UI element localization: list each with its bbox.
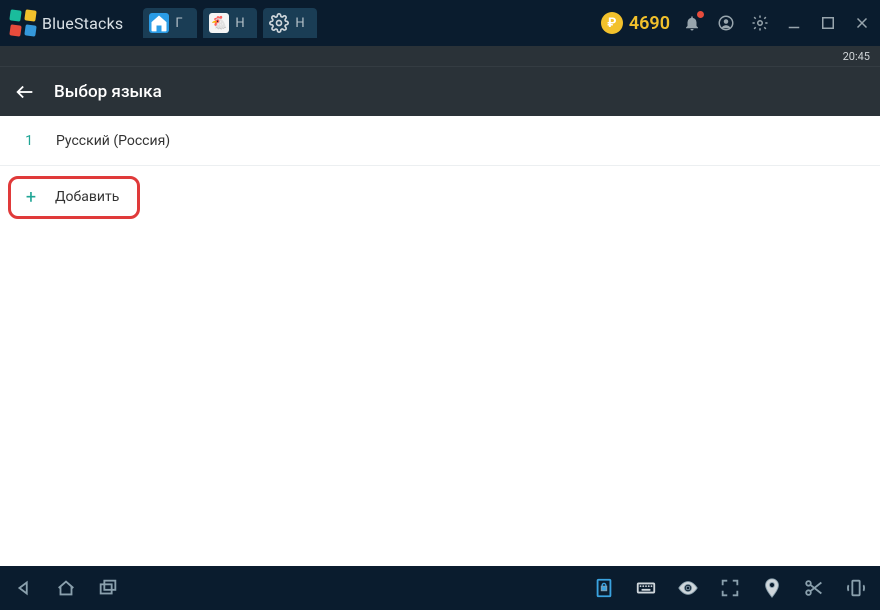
tab-settings[interactable]: Н [263, 8, 317, 38]
coin-icon: ₽ [601, 12, 623, 34]
language-list: 1 Русский (Россия) + Добавить [0, 116, 880, 222]
brand-label: BlueStacks [42, 14, 123, 33]
add-language-button[interactable]: + Добавить [8, 176, 140, 219]
tab-app[interactable]: 🐔 Н [203, 8, 257, 38]
scissors-icon[interactable] [800, 574, 828, 602]
minimize-button[interactable] [784, 13, 804, 33]
add-language-row: + Добавить [0, 166, 880, 222]
keyboard-icon[interactable] [632, 574, 660, 602]
coin-counter[interactable]: ₽ 4690 [601, 12, 670, 34]
user-icon[interactable] [716, 13, 736, 33]
bluestacks-logo-icon [10, 10, 36, 36]
home-nav-icon[interactable] [52, 574, 80, 602]
bottom-nav [0, 566, 880, 610]
tabs: Г 🐔 Н Н [143, 8, 323, 38]
home-icon [149, 13, 169, 33]
clock: 20:45 [843, 50, 870, 63]
coin-value: 4690 [629, 13, 670, 34]
maximize-button[interactable] [818, 13, 838, 33]
tab-label: Н [295, 16, 304, 31]
page-title: Выбор языка [54, 82, 162, 102]
add-label: Добавить [55, 189, 119, 205]
tab-label: Г [175, 16, 182, 31]
tab-home[interactable]: Г [143, 8, 197, 38]
location-icon[interactable] [758, 574, 786, 602]
titlebar-controls [682, 13, 872, 33]
rotation-lock-icon[interactable] [590, 574, 618, 602]
chicken-icon: 🐔 [209, 13, 229, 33]
back-button[interactable] [14, 81, 36, 103]
app-bar: Выбор языка [0, 66, 880, 116]
titlebar: BlueStacks Г 🐔 Н Н ₽ 4690 [0, 0, 880, 46]
language-row[interactable]: 1 Русский (Россия) [0, 116, 880, 166]
bell-icon[interactable] [682, 13, 702, 33]
gear-icon [269, 13, 289, 33]
back-nav-icon[interactable] [10, 574, 38, 602]
app-window: BlueStacks Г 🐔 Н Н ₽ 4690 [0, 0, 880, 610]
fullscreen-icon[interactable] [716, 574, 744, 602]
row-index: 1 [12, 133, 46, 149]
gear-icon[interactable] [750, 13, 770, 33]
eye-icon[interactable] [674, 574, 702, 602]
shake-icon[interactable] [842, 574, 870, 602]
recent-nav-icon[interactable] [94, 574, 122, 602]
language-label: Русский (Россия) [56, 133, 170, 149]
app-logo: BlueStacks [8, 10, 129, 36]
plus-icon: + [17, 187, 45, 208]
status-bar: 20:45 [0, 46, 880, 66]
close-button[interactable] [852, 13, 872, 33]
tab-label: Н [235, 16, 244, 31]
